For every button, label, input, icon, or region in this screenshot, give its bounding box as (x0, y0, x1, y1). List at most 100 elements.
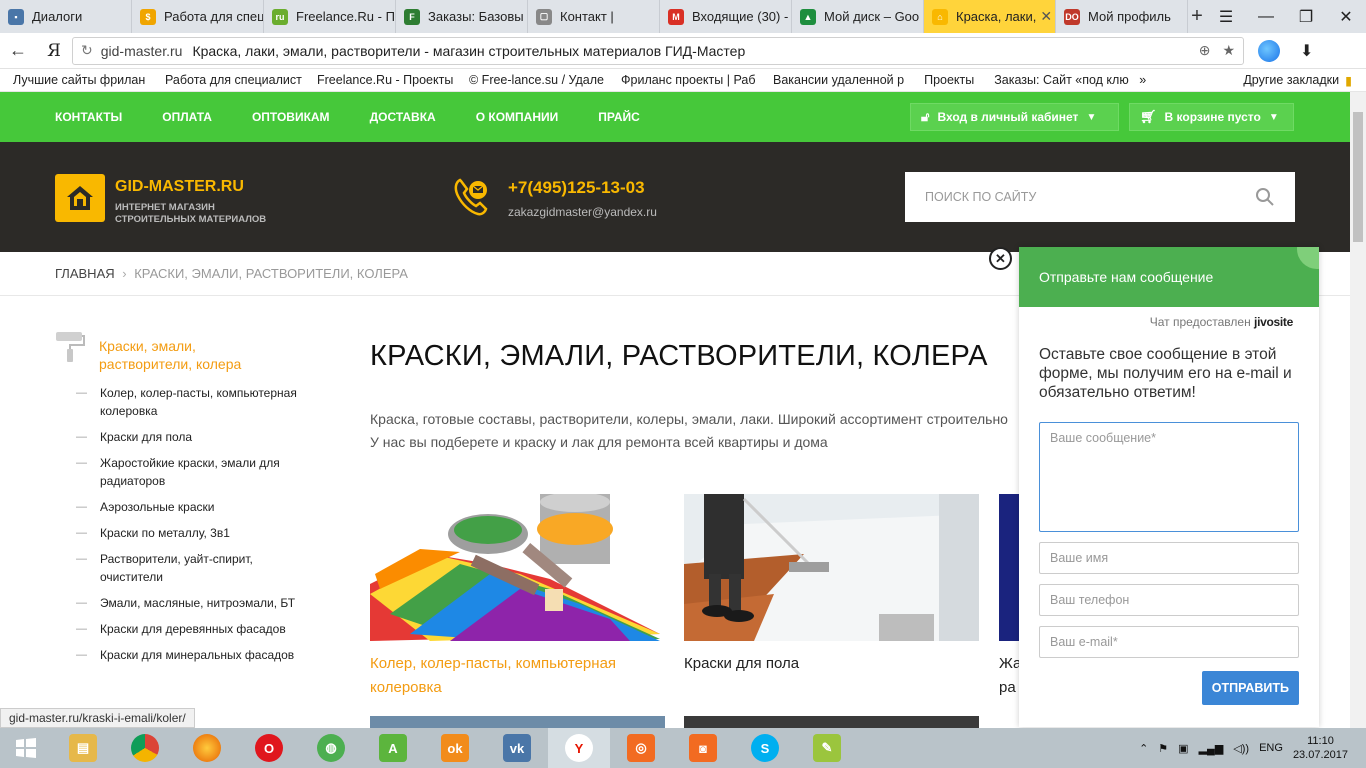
minimize-icon[interactable]: — (1246, 8, 1286, 26)
explorer-icon[interactable]: ▤ (52, 728, 114, 768)
clock[interactable]: 11:10 23.07.2017 (1293, 734, 1348, 762)
other-bookmarks[interactable]: Другие закладки (1243, 73, 1339, 87)
category-image[interactable] (684, 494, 979, 641)
jivosite-logo[interactable]: jivosite (1254, 315, 1293, 329)
odnoklassniki-icon[interactable]: ok (424, 728, 486, 768)
browser-tab[interactable]: F Заказы: Базовы (396, 0, 528, 33)
globe-icon[interactable]: ◍ (300, 728, 362, 768)
category-card-koler[interactable]: Колер, колер-пасты, компьютерная колеров… (370, 492, 665, 700)
yandex-logo[interactable]: Я (36, 41, 72, 61)
sidebar-item[interactable]: Краски для деревянных фасадов (76, 620, 306, 638)
chat-phone-field[interactable] (1039, 584, 1299, 616)
breadcrumb-home[interactable]: ГЛАВНАЯ (55, 266, 115, 281)
sidebar-item[interactable]: Краски для минеральных фасадов (76, 646, 306, 664)
screenshot-icon[interactable]: ◎ (610, 728, 672, 768)
sidebar-item[interactable]: Аэрозольные краски (76, 498, 306, 516)
cart-button[interactable]: 🛒︎ В корзине пусто ▼ (1129, 103, 1294, 131)
search-icon[interactable] (1255, 187, 1275, 207)
category-caption[interactable]: Краски для пола (684, 652, 979, 676)
bookmarks-more[interactable]: » (1133, 73, 1152, 87)
flag-icon[interactable]: ⚑ (1158, 742, 1168, 755)
browser-tab[interactable]: ⌂ Краска, лаки, ✕ (924, 0, 1056, 33)
bookmark-star-icon[interactable]: ★ (1222, 42, 1235, 59)
topnav-link[interactable]: ОПТОВИКАМ (252, 110, 330, 124)
volume-icon[interactable]: ◁)) (1233, 742, 1249, 755)
browser-tab[interactable]: ▪ Диалоги (0, 0, 132, 33)
category-card-partial[interactable]: Жа ра (999, 494, 1019, 700)
chat-header[interactable]: Отправьте нам сообщение (1019, 247, 1319, 307)
chat-name-field[interactable] (1039, 542, 1299, 574)
category-image[interactable] (370, 492, 665, 641)
bookmark-item[interactable]: Freelance.Ru - Проекты (304, 73, 456, 87)
search-input[interactable] (925, 190, 1255, 204)
logo-title[interactable]: GID-MASTER.RU (115, 178, 244, 196)
login-button[interactable]: 🔓︎ Вход в личный кабинет ▼ (910, 103, 1119, 131)
firefox-icon[interactable] (176, 728, 238, 768)
chat-close-icon[interactable]: ✕ (989, 247, 1012, 270)
signal-icon[interactable]: ▂▄▆ (1199, 742, 1224, 755)
reload-icon[interactable]: ↻ (81, 42, 93, 59)
browser-tab[interactable]: DO Мой профиль (1056, 0, 1188, 33)
downloads-icon[interactable]: ⬇ (1300, 41, 1313, 61)
bookmark-item[interactable]: Заказы: Сайт «под клю (981, 73, 1133, 87)
chrome-icon[interactable] (114, 728, 176, 768)
browser-tab[interactable]: M Входящие (30) - (660, 0, 792, 33)
category-image[interactable] (999, 494, 1019, 641)
network-warning-icon[interactable]: ▣ (1178, 742, 1188, 755)
bookmark-item[interactable]: Работа для специалист (152, 73, 304, 87)
sidebar-heading[interactable]: Краски, эмали, растворители, колера (99, 337, 279, 373)
browser-tab[interactable]: ru Freelance.Ru - П (264, 0, 396, 33)
new-tab-button[interactable]: + (1188, 0, 1206, 33)
topnav-link[interactable]: КОНТАКТЫ (55, 110, 122, 124)
windows-start-icon[interactable] (0, 737, 52, 759)
logo-icon[interactable] (55, 174, 105, 222)
tab-close-icon[interactable]: ✕ (1036, 8, 1052, 25)
skype-icon[interactable]: S (734, 728, 796, 768)
chat-message-field[interactable] (1039, 422, 1299, 532)
alice-icon[interactable] (1258, 39, 1280, 62)
bookmark-item[interactable]: Лучшие сайты фрилан (0, 73, 152, 87)
close-window-icon[interactable]: ✕ (1326, 7, 1366, 27)
topnav-link[interactable]: ОПЛАТА (162, 110, 212, 124)
back-icon[interactable]: ← (0, 40, 36, 61)
sidebar-item[interactable]: Эмали, масляные, нитроэмали, БТ (76, 594, 306, 612)
bookmark-item[interactable]: Проекты (911, 73, 981, 87)
abbyy-icon[interactable]: A (362, 728, 424, 768)
bookmark-item[interactable]: Вакансии удаленной р (760, 73, 911, 87)
tray-arrow-icon[interactable]: ⌃ (1139, 742, 1148, 755)
scrollbar-thumb[interactable] (1353, 112, 1363, 242)
chat-email-field[interactable] (1039, 626, 1299, 658)
browser-tab[interactable]: $ Работа для спец (132, 0, 264, 33)
bookmark-item[interactable]: © Free-lance.su / Удале (456, 73, 608, 87)
protect-icon[interactable]: ⊕ (1199, 42, 1211, 59)
category-image[interactable] (684, 716, 979, 728)
vk-icon[interactable]: vk (486, 728, 548, 768)
category-card-floor[interactable]: Краски для пола (684, 494, 979, 676)
topnav-link[interactable]: О КОМПАНИИ (476, 110, 559, 124)
category-image[interactable] (370, 716, 665, 728)
sidebar-item[interactable]: Краски для пола (76, 428, 306, 446)
topnav-link[interactable]: ПРАЙС (598, 110, 640, 124)
browser-tab[interactable]: ▲ Мой диск – Goo (792, 0, 924, 33)
opera-icon[interactable]: O (238, 728, 300, 768)
chat-send-button[interactable]: ОТПРАВИТЬ (1201, 671, 1299, 705)
page-scrollbar[interactable] (1350, 92, 1366, 728)
menu-icon[interactable]: ☰ (1206, 7, 1246, 27)
camera-icon[interactable]: ◙ (672, 728, 734, 768)
restore-icon[interactable]: ❐ (1286, 7, 1326, 27)
sidebar-item[interactable]: Жаростойкие краски, эмали для радиаторов (76, 454, 306, 490)
sidebar-item[interactable]: Колер, колер-пасты, компьютерная колеров… (76, 384, 306, 420)
browser-tab[interactable]: ▢ Контакт | (528, 0, 660, 33)
email-link[interactable]: zakazgidmaster@yandex.ru (508, 205, 657, 219)
bookmark-item[interactable]: Фриланс проекты | Раб (608, 73, 760, 87)
sidebar-item[interactable]: Растворители, уайт-спирит, очистители (76, 550, 306, 586)
category-caption[interactable]: Жа ра (999, 652, 1019, 700)
omnibox[interactable]: ↻ gid-master.ru Краска, лаки, эмали, рас… (72, 36, 1244, 65)
phone-number[interactable]: +7(495)125-13-03 (508, 178, 645, 198)
language-indicator[interactable]: ENG (1259, 742, 1283, 754)
topnav-link[interactable]: ДОСТАВКА (370, 110, 436, 124)
category-caption[interactable]: Колер, колер-пасты, компьютерная колеров… (370, 652, 665, 700)
notepad-icon[interactable]: ✎ (796, 728, 858, 768)
sidebar-item[interactable]: Краски по металлу, 3в1 (76, 524, 306, 542)
yandex-browser-icon[interactable]: Y (548, 728, 610, 768)
